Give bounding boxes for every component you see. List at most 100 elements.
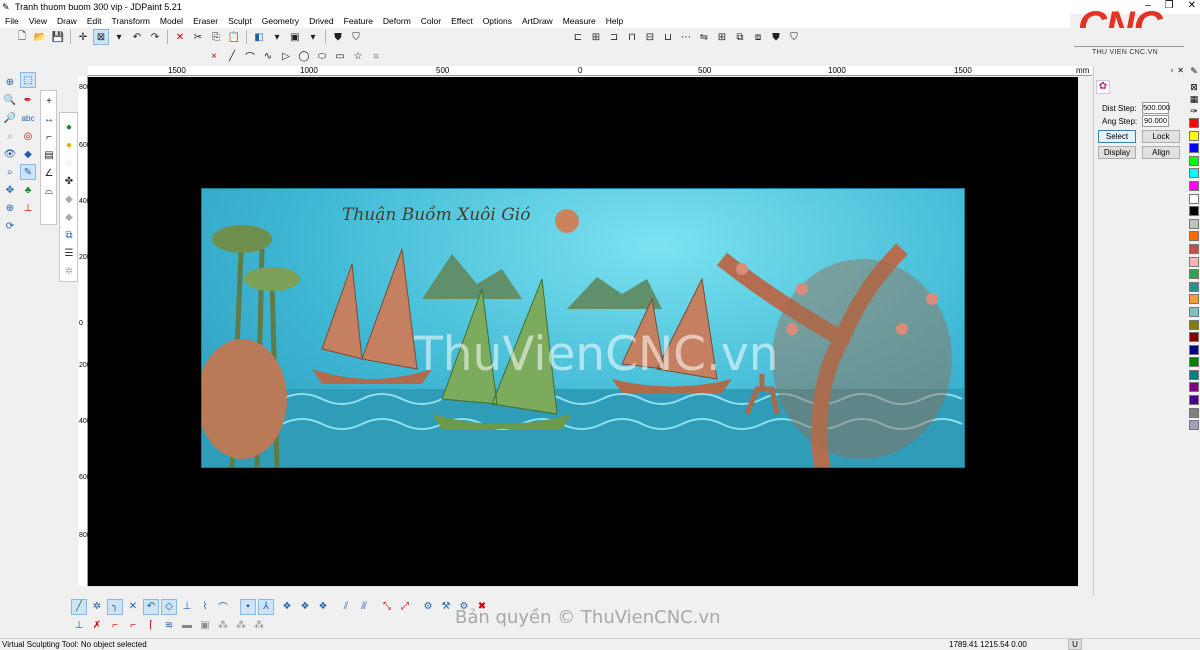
node-edit-icon[interactable]: ◎ [20,128,36,144]
zoom-all-icon[interactable]: ⌕ [2,164,18,180]
box-view-icon[interactable]: ▣ [287,29,303,45]
color-swatch[interactable] [1189,180,1199,191]
angle-icon[interactable]: ∠ [41,165,57,181]
display-button[interactable]: Display [1098,146,1136,159]
sculpt-brush-icon[interactable]: ✎ [20,164,36,180]
menu-measure[interactable]: Measure [558,16,601,26]
layer-icon[interactable]: ⧉ [61,227,77,243]
menu-options[interactable]: Options [478,16,517,26]
vertical-scrollbar[interactable] [1078,76,1092,586]
menu-model[interactable]: Model [155,16,188,26]
dash-icon[interactable]: ▬ [179,618,195,634]
distribute-icon[interactable]: ⋯ [678,29,694,45]
erase-gray-icon[interactable]: ◆ [61,209,77,225]
horizontal-measure-icon[interactable]: ↔ [41,111,57,127]
measure-icon[interactable]: ⊥ [20,200,36,216]
zoom-prev-icon[interactable]: ⌕ [2,128,18,144]
menu-artdraw[interactable]: ArtDraw [517,16,558,26]
zoom-window-icon[interactable]: ⊕ [2,74,18,90]
align-center-icon[interactable]: ⊞ [588,29,604,45]
curve-tool-icon[interactable]: ≋ [161,618,177,634]
bulb-green-icon[interactable]: ● [61,119,77,135]
spray-icon[interactable]: ✲ [89,599,105,615]
color-swatch[interactable] [1189,193,1199,204]
sculpt-tab-icon[interactable]: ✿ [1096,80,1110,94]
color-swatch[interactable] [1189,407,1199,418]
circle-icon[interactable]: ◯ [296,49,312,65]
eye-icon[interactable]: 👁 [2,146,18,162]
close-button[interactable]: ✕ [1188,0,1196,11]
ungroup-icon[interactable]: ⧈ [750,29,766,45]
diamond-grid-icon[interactable]: ❖ [315,599,331,615]
menu-drived[interactable]: Drived [304,16,339,26]
color-swatch[interactable] [1189,155,1199,166]
pattern-icon[interactable]: ✲ [61,263,77,279]
color-swatch[interactable] [1189,130,1199,141]
pan-icon[interactable]: ✥ [2,182,18,198]
node-icon[interactable]: ▪ [240,598,256,615]
copy-icon[interactable]: ⎘ [208,29,224,45]
point-icon[interactable]: × [206,49,222,65]
cross-icon[interactable]: ✕ [125,599,141,615]
chevron-down-icon[interactable]: ▾ [305,29,321,45]
shield-left-icon[interactable]: ⛊ [768,29,784,45]
color-swatch[interactable] [1189,420,1199,431]
palette-pen-icon[interactable]: ✎ [1188,66,1200,82]
color-swatch[interactable] [1189,218,1199,229]
color-swatch[interactable] [1189,395,1199,406]
knife-icon[interactable]: ⫽ [338,599,354,615]
wave-icon[interactable]: ⌇ [197,599,213,615]
diamond-grid-icon[interactable]: ❖ [297,599,313,615]
color-swatch[interactable] [1189,281,1199,292]
bracket-icon[interactable]: ⌈ [143,618,159,634]
color-swatch[interactable] [1189,168,1199,179]
dist-step-input[interactable]: 500.000 [1142,102,1170,114]
chevron-down-icon[interactable]: ▾ [269,29,285,45]
menu-file[interactable]: File [0,16,24,26]
corner-round-icon[interactable]: ╮ [107,598,123,615]
color-swatch[interactable] [1189,243,1199,254]
grid-icon[interactable]: ⊞ [714,29,730,45]
mirror-icon[interactable]: ⇋ [696,29,712,45]
stamp-icon[interactable]: ✤ [61,173,77,189]
menu-edit[interactable]: Edit [82,16,107,26]
brush-gray-icon[interactable]: ◆ [61,191,77,207]
pen-icon[interactable]: ✒ [20,92,36,108]
cross-red-icon[interactable]: ✗ [89,618,105,634]
menu-transform[interactable]: Transform [106,16,154,26]
align-left-icon[interactable]: ⊏ [570,29,586,45]
palette-dropper-icon[interactable]: ✑ [1188,106,1200,118]
color-swatch[interactable] [1189,206,1199,217]
panel-restore-icon[interactable]: ▫ [1170,66,1173,78]
color-swatch[interactable] [1189,256,1199,267]
plus-icon[interactable]: + [41,93,57,109]
line-icon[interactable]: ╱ [224,49,240,65]
shield-right-icon[interactable]: ⛉ [786,29,802,45]
color-swatch[interactable] [1189,382,1199,393]
color-swatch[interactable] [1189,344,1199,355]
menu-feature[interactable]: Feature [339,16,378,26]
color-swatch[interactable] [1189,269,1199,280]
gear-wrench-icon[interactable]: ⚙ [420,599,436,615]
arc-icon[interactable]: ⌒ [242,49,258,65]
corner-icon[interactable]: ⌐ [41,129,57,145]
chevron-down-icon[interactable]: ▾ [111,29,127,45]
color-swatch[interactable] [1189,332,1199,343]
triangle-icon[interactable]: ▷ [278,49,294,65]
cube-view-icon[interactable]: ◧ [251,29,267,45]
smooth-icon[interactable]: ◌ [61,155,77,171]
menu-eraser[interactable]: Eraser [188,16,223,26]
color-swatch[interactable] [1189,369,1199,380]
ellipse-icon[interactable]: ⬭ [314,49,330,65]
anchor-icon[interactable]: ⊥ [71,618,87,634]
panel-close-icon[interactable]: ✕ [1177,66,1184,78]
circle-outline-icon[interactable]: ○ [368,49,384,65]
color-swatch[interactable] [1189,357,1199,368]
diamond-icon[interactable]: ◇ [161,598,177,615]
menu-view[interactable]: View [24,16,52,26]
redo-icon[interactable]: ↷ [147,29,163,45]
undo-icon[interactable]: ↶ [129,29,145,45]
cut-arrow-icon[interactable]: ⤡ [379,599,395,615]
menu-deform[interactable]: Deform [378,16,416,26]
new-file-icon[interactable]: 🗋 [14,29,30,45]
